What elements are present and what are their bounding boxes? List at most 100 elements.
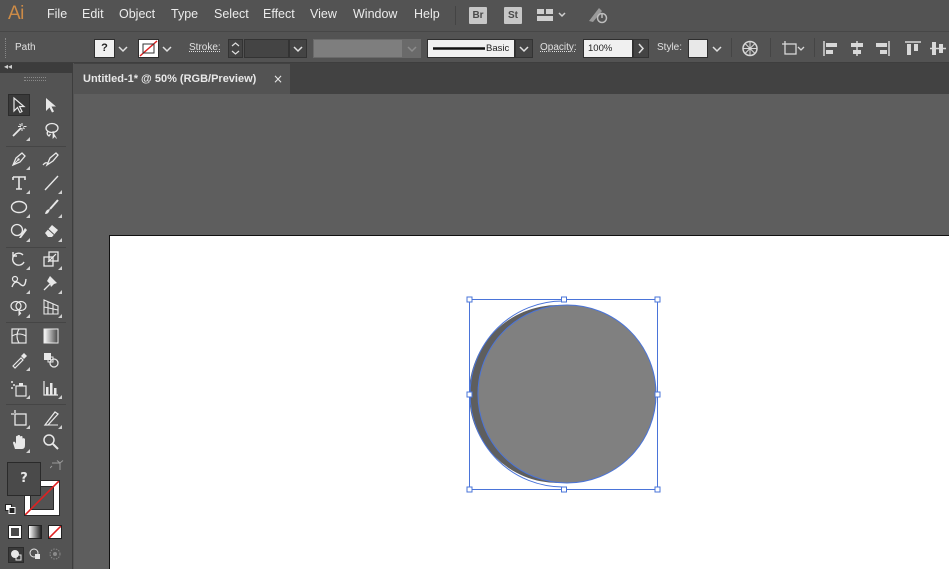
gradient-tool[interactable]: [40, 325, 62, 347]
line-segment-tool[interactable]: [40, 172, 62, 194]
close-tab-icon[interactable]: ×: [273, 72, 283, 86]
perspective-grid-tool[interactable]: [40, 296, 62, 318]
tools-panel: ◂◂ ?: [0, 62, 73, 569]
color-mode-button[interactable]: [8, 525, 22, 539]
document-tab[interactable]: Untitled-1* @ 50% (RGB/Preview) ×: [74, 64, 290, 94]
stroke-swatch[interactable]: [138, 39, 159, 58]
warp-tool[interactable]: [8, 272, 30, 294]
tools-panel-grip[interactable]: [24, 77, 46, 81]
document-tab-title: Untitled-1* @ 50% (RGB/Preview): [83, 73, 257, 85]
align-vertical-center-icon[interactable]: [929, 40, 947, 57]
artboard[interactable]: [109, 235, 949, 569]
document-tab-strip: Untitled-1* @ 50% (RGB/Preview) ×: [74, 63, 949, 94]
stroke-weight-dropdown[interactable]: [289, 39, 307, 58]
align-left-icon[interactable]: [822, 40, 840, 57]
variable-width-profile[interactable]: [313, 39, 403, 58]
mesh-icon: [11, 328, 27, 344]
ellipse-tool[interactable]: [8, 196, 30, 218]
hand-tool[interactable]: [8, 431, 30, 453]
style-dropdown-icon[interactable]: [710, 40, 724, 57]
gradient-mode-button[interactable]: [28, 525, 42, 539]
menu-type[interactable]: Type: [171, 7, 198, 21]
curvature-tool[interactable]: [40, 148, 62, 170]
lasso-tool[interactable]: [40, 119, 62, 141]
draw-behind-button[interactable]: [28, 547, 44, 563]
rotate-tool[interactable]: [8, 248, 30, 270]
align-right-icon[interactable]: [873, 40, 891, 57]
fill-color-box[interactable]: ?: [7, 462, 41, 496]
menu-file[interactable]: File: [47, 7, 67, 21]
collapse-panel-icon[interactable]: ◂◂: [4, 62, 12, 71]
type-tool[interactable]: [8, 172, 30, 194]
style-label: Style:: [657, 42, 683, 53]
brush-name: Basic: [486, 43, 510, 54]
eraser-tool[interactable]: [40, 220, 62, 242]
brush-definition[interactable]: Basic: [427, 39, 515, 58]
menu-edit[interactable]: Edit: [82, 7, 104, 21]
fill-unknown-label: ?: [101, 42, 108, 54]
stroke-label: Stroke:: [189, 42, 221, 53]
stroke-weight-input[interactable]: [244, 39, 289, 58]
fill-swatch[interactable]: ?: [94, 39, 115, 58]
control-bar-grip[interactable]: [5, 38, 7, 58]
none-mode-button[interactable]: [48, 525, 62, 539]
tools-panel-header[interactable]: ◂◂: [0, 62, 73, 73]
menu-view[interactable]: View: [310, 7, 337, 21]
artboard-tool[interactable]: [8, 407, 30, 429]
opacity-input[interactable]: 100%: [583, 39, 633, 58]
gradient-icon: [43, 328, 59, 344]
shape-builder-tool[interactable]: [8, 296, 30, 318]
align-top-icon[interactable]: [904, 40, 922, 57]
tools-separator: [6, 146, 66, 147]
graphic-style-swatch[interactable]: [688, 39, 708, 58]
magic-wand-tool[interactable]: [8, 119, 30, 141]
recolor-artwork-icon[interactable]: [741, 40, 759, 57]
slice-tool[interactable]: [40, 407, 62, 429]
eyedropper-tool[interactable]: [8, 349, 30, 371]
control-bar: Path ? Stroke: Basic Opacity: 100% Style…: [0, 31, 949, 63]
tools-separator: [6, 404, 66, 405]
variable-width-dropdown[interactable]: [403, 39, 421, 58]
shaper-tool[interactable]: [8, 220, 30, 242]
direct-selection-tool[interactable]: [40, 94, 62, 116]
menu-window[interactable]: Window: [353, 7, 397, 21]
menu-help[interactable]: Help: [414, 7, 440, 21]
default-fill-stroke-icon[interactable]: [5, 503, 17, 514]
fill-dropdown-icon[interactable]: [116, 40, 130, 57]
control-separator: [731, 38, 732, 57]
selection-tool[interactable]: [8, 94, 30, 116]
blend-tool[interactable]: [40, 349, 62, 371]
stroke-weight-stepper[interactable]: [228, 39, 243, 58]
gpu-performance-icon[interactable]: [587, 5, 609, 28]
puppet-warp-tool[interactable]: [40, 272, 62, 294]
opacity-label: Opacity:: [540, 42, 577, 53]
paintbrush-tool[interactable]: [40, 196, 62, 218]
control-separator: [770, 38, 771, 57]
transform-options-icon[interactable]: [781, 40, 807, 57]
scale-tool[interactable]: [40, 248, 62, 270]
opacity-arrow[interactable]: [633, 39, 649, 58]
zoom-tool[interactable]: [40, 431, 62, 453]
pen-tool[interactable]: [8, 148, 30, 170]
stock-button[interactable]: St: [504, 7, 522, 24]
zoom-magnifier-icon: [43, 434, 59, 450]
stroke-dropdown-icon[interactable]: [160, 40, 174, 57]
selection-arrow-icon: [13, 96, 26, 114]
align-horizontal-center-icon[interactable]: [848, 40, 866, 57]
menu-select[interactable]: Select: [214, 7, 249, 21]
workspace-layout-icon[interactable]: [537, 8, 567, 25]
column-graph-tool[interactable]: [40, 377, 62, 399]
brush-dropdown[interactable]: [515, 39, 533, 58]
menu-effect[interactable]: Effect: [263, 7, 295, 21]
menu-object[interactable]: Object: [119, 7, 155, 21]
curvature-pen-icon: [42, 152, 59, 167]
draw-inside-button[interactable]: [48, 547, 64, 563]
bridge-button[interactable]: Br: [469, 7, 487, 24]
blend-icon: [44, 353, 59, 368]
app-logo: Ai: [8, 3, 24, 24]
menu-bar: Ai File Edit Object Type Select Effect V…: [0, 0, 949, 30]
draw-normal-button[interactable]: [8, 547, 24, 563]
mesh-tool[interactable]: [8, 325, 30, 347]
swap-fill-stroke-icon[interactable]: [49, 460, 64, 472]
symbol-sprayer-tool[interactable]: [8, 377, 30, 399]
